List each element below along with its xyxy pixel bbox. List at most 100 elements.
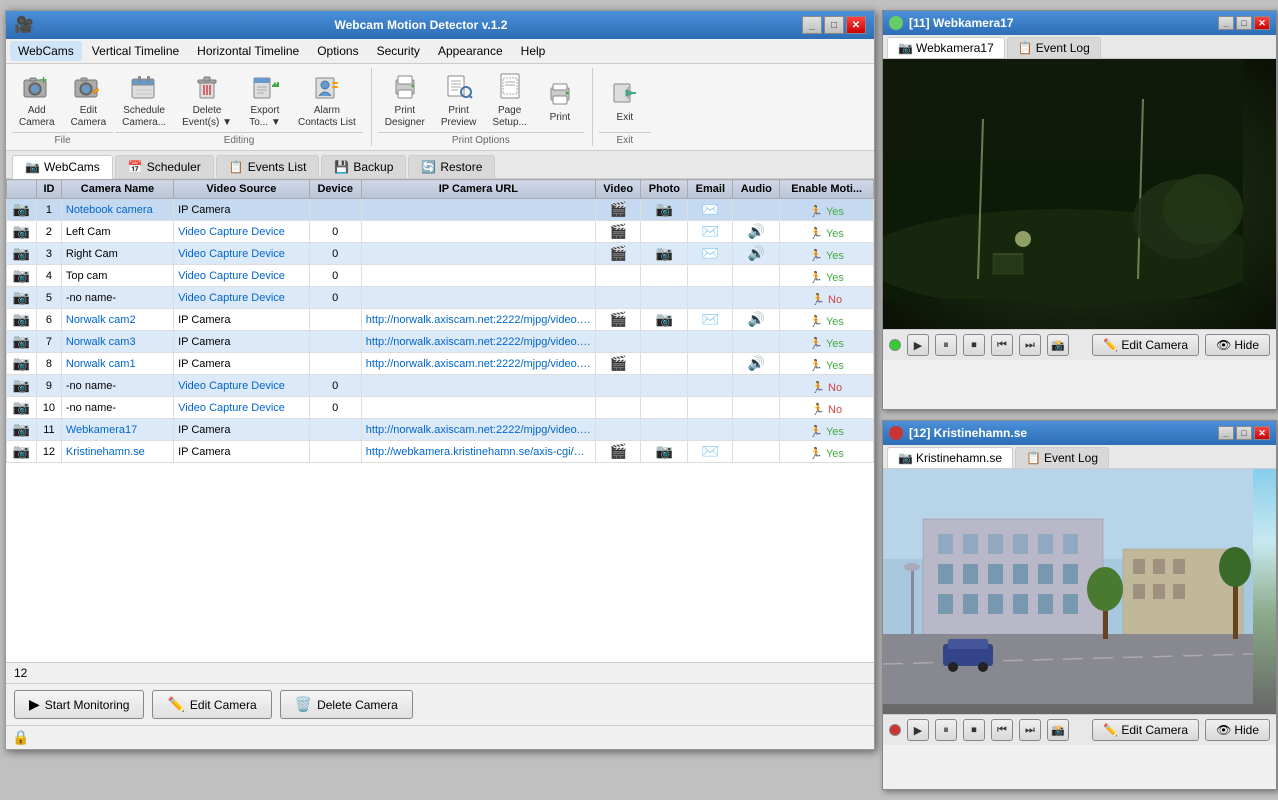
col-audio[interactable]: Audio	[733, 180, 780, 199]
schedule-camera-button[interactable]: ScheduleCamera...	[115, 68, 173, 132]
menu-horizontal-timeline[interactable]: Horizontal Timeline	[189, 41, 307, 61]
cam1-tab-events[interactable]: 📋 Event Log	[1007, 37, 1101, 58]
menu-help[interactable]: Help	[513, 41, 554, 61]
add-camera-button[interactable]: + AddCamera	[12, 68, 62, 132]
delete-events-icon	[191, 72, 223, 102]
tab-restore[interactable]: 🔄 Restore	[408, 155, 495, 178]
print-button[interactable]: Print	[536, 68, 584, 132]
cell-source: Video Capture Device	[174, 287, 310, 309]
tab-events-list[interactable]: 📋 Events List	[216, 155, 320, 178]
table-row[interactable]: 📷8Norwalk cam1IP Camerahttp://norwalk.ax…	[7, 353, 874, 375]
cam2-stop-btn[interactable]: ⏹	[963, 719, 985, 741]
cam1-tab-camera[interactable]: 📷 Webkamera17	[887, 37, 1005, 58]
table-row[interactable]: 📷12Kristinehamn.seIP Camerahttp://webkam…	[7, 441, 874, 463]
cam2-snapshot-btn[interactable]: 📸	[1047, 719, 1069, 741]
cam1-edit-button[interactable]: ✏️ Edit Camera	[1092, 334, 1199, 356]
cam1-next-btn[interactable]: ⏭	[1019, 334, 1041, 356]
table-row[interactable]: 📷3Right CamVideo Capture Device0🎬📷✉️🔊🏃 Y…	[7, 243, 874, 265]
table-row[interactable]: 📷2Left CamVideo Capture Device0🎬✉️🔊🏃 Yes	[7, 221, 874, 243]
cell-email: ✉️	[688, 243, 733, 265]
menu-webcams[interactable]: WebCams	[10, 41, 82, 61]
table-row[interactable]: 📷5-no name-Video Capture Device0🏃 No	[7, 287, 874, 309]
table-row[interactable]: 📷7Norwalk cam3IP Camerahttp://norwalk.ax…	[7, 331, 874, 353]
cell-motion: 🏃 Yes	[780, 353, 874, 375]
cell-id: 3	[37, 243, 62, 265]
cam2-edit-button[interactable]: ✏️ Edit Camera	[1092, 719, 1199, 741]
delete-camera-button[interactable]: 🗑️ Delete Camera	[280, 690, 413, 719]
start-monitoring-button[interactable]: ▶ Start Monitoring	[14, 690, 144, 719]
cam1-events-icon: 📋	[1018, 41, 1033, 55]
menu-vertical-timeline[interactable]: Vertical Timeline	[84, 41, 187, 61]
menu-appearance[interactable]: Appearance	[430, 41, 511, 61]
cam2-play-btn[interactable]: ▶	[907, 719, 929, 741]
page-setup-button[interactable]: PageSetup...	[485, 68, 533, 132]
cell-url	[361, 287, 595, 309]
table-row[interactable]: 📷1Notebook cameraIP Camera🎬📷✉️🏃 Yes	[7, 199, 874, 221]
cell-url: http://norwalk.axiscam.net:2222/mjpg/vid…	[361, 331, 595, 353]
col-email[interactable]: Email	[688, 180, 733, 199]
col-source[interactable]: Video Source	[174, 180, 310, 199]
cam1-nightvision: 2011-12-05 15:11 AM	[883, 59, 1276, 329]
cam1-snapshot-btn[interactable]: 📸	[1047, 334, 1069, 356]
table-row[interactable]: 📷11Webkamera17IP Camerahttp://norwalk.ax…	[7, 419, 874, 441]
tab-webcams[interactable]: 📷 WebCams	[12, 155, 113, 179]
edit-camera-bottom-button[interactable]: ✏️ Edit Camera	[152, 690, 271, 719]
cell-photo: 📷	[641, 441, 688, 463]
menu-security[interactable]: Security	[369, 41, 428, 61]
col-url[interactable]: IP Camera URL	[361, 180, 595, 199]
col-id[interactable]: ID	[37, 180, 62, 199]
table-row[interactable]: 📷4Top camVideo Capture Device0🏃 Yes	[7, 265, 874, 287]
toolbar-exit-buttons: Exit	[599, 68, 651, 132]
print-preview-button[interactable]: PrintPreview	[434, 68, 484, 132]
cam2-tab-events[interactable]: 📋 Event Log	[1015, 447, 1109, 468]
cam1-play-btn[interactable]: ▶	[907, 334, 929, 356]
menu-options[interactable]: Options	[309, 41, 366, 61]
edit-camera-button[interactable]: EditCamera	[64, 68, 114, 132]
main-window: 🎥 Webcam Motion Detector v.1.2 _ □ ✕ Web…	[5, 10, 875, 750]
close-btn[interactable]: ✕	[846, 16, 866, 34]
table-row[interactable]: 📷6Norwalk cam2IP Camerahttp://norwalk.ax…	[7, 309, 874, 331]
table-row[interactable]: 📷10-no name-Video Capture Device0🏃 No	[7, 397, 874, 419]
cam2-pause-btn[interactable]: ⏸	[935, 719, 957, 741]
cell-source: Video Capture Device	[174, 375, 310, 397]
cam1-close-btn[interactable]: ✕	[1254, 16, 1270, 30]
cell-id: 1	[37, 199, 62, 221]
tab-backup[interactable]: 💾 Backup	[321, 155, 406, 178]
delete-camera-icon: 🗑️	[295, 696, 312, 713]
exit-button[interactable]: Exit	[599, 68, 651, 132]
cell-id: 12	[37, 441, 62, 463]
cam2-close-btn[interactable]: ✕	[1254, 426, 1270, 440]
cam2-hide-button[interactable]: 👁 Hide	[1205, 719, 1270, 741]
cam2-next-btn[interactable]: ⏭	[1019, 719, 1041, 741]
cam1-minimize-btn[interactable]: _	[1218, 16, 1234, 30]
contacts-list-button[interactable]: AlarmContacts List	[291, 68, 363, 132]
cell-email	[688, 265, 733, 287]
delete-events-button[interactable]: DeleteEvent(s) ▼	[175, 68, 239, 132]
minimize-btn[interactable]: _	[802, 16, 822, 34]
cam1-prev-btn[interactable]: ⏮	[991, 334, 1013, 356]
col-video[interactable]: Video	[595, 180, 640, 199]
col-photo[interactable]: Photo	[641, 180, 688, 199]
cam2-control-bar: ▶ ⏸ ⏹ ⏮ ⏭ 📸 ✏️ Edit Camera 👁 Hide	[883, 714, 1276, 745]
export-to-button[interactable]: ExportTo... ▼	[241, 68, 289, 132]
col-device[interactable]: Device	[309, 180, 361, 199]
cam2-minimize-btn[interactable]: _	[1218, 426, 1234, 440]
col-motion[interactable]: Enable Moti...	[780, 180, 874, 199]
maximize-btn[interactable]: □	[824, 16, 844, 34]
cam2-dayscene: Kris 2011-12-05 16:01:13	[883, 469, 1276, 714]
cam1-pause-btn[interactable]: ⏸	[935, 334, 957, 356]
tab-scheduler[interactable]: 📅 Scheduler	[115, 155, 214, 178]
cam1-maximize-btn[interactable]: □	[1236, 16, 1252, 30]
cameras-table-container[interactable]: ID Camera Name Video Source Device IP Ca…	[6, 179, 874, 662]
cam1-hide-button[interactable]: 👁 Hide	[1205, 334, 1270, 356]
row-icon: 📷	[7, 353, 37, 375]
cam2-tab-camera[interactable]: 📷 Kristinehamn.se	[887, 447, 1013, 468]
cam1-stop-btn[interactable]: ⏹	[963, 334, 985, 356]
print-designer-button[interactable]: PrintDesigner	[378, 68, 432, 132]
col-name[interactable]: Camera Name	[61, 180, 173, 199]
cam2-maximize-btn[interactable]: □	[1236, 426, 1252, 440]
schedule-camera-icon	[128, 72, 160, 102]
webcams-tab-label: WebCams	[44, 160, 100, 174]
table-row[interactable]: 📷9-no name-Video Capture Device0🏃 No	[7, 375, 874, 397]
cam2-prev-btn[interactable]: ⏮	[991, 719, 1013, 741]
